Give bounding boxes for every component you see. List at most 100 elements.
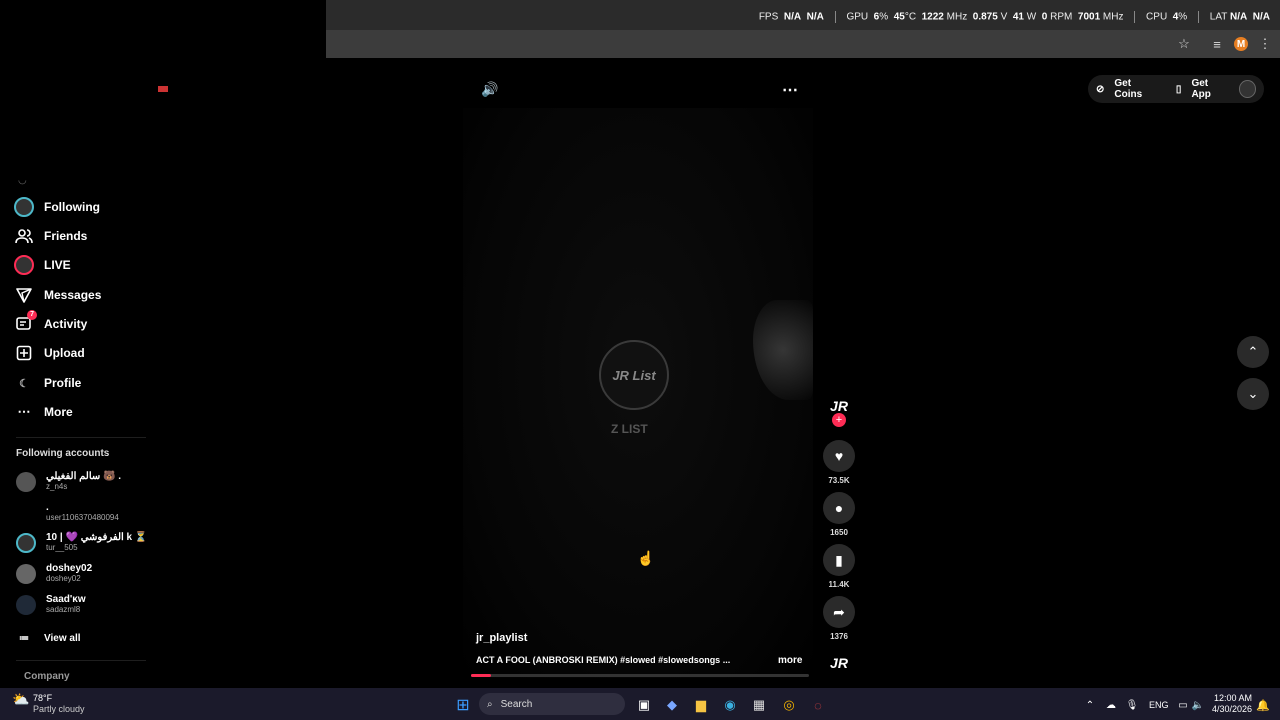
sidebar-item-messages[interactable]: Messages (14, 285, 101, 305)
account-name: 10 | 💜 الفرفوشي k ⏳ (46, 532, 148, 543)
speaker-icon[interactable]: 🔈 (1188, 696, 1208, 714)
more-options-icon[interactable]: ⋯ (782, 80, 798, 100)
video-progress[interactable] (471, 674, 809, 677)
top-actions: ⊘ Get Coins ▯ Get App (1088, 75, 1264, 103)
more-dots-icon: ⋯ (17, 404, 31, 419)
account-item[interactable]: سالم الفغيلي 🐻 . z_n4s (16, 471, 121, 492)
avatar (16, 563, 36, 584)
share-icon[interactable]: ➦ (823, 596, 855, 628)
volume-icon[interactable]: 🔊 (481, 81, 498, 98)
app-icon[interactable]: ◌ (808, 696, 828, 714)
messages-icon (14, 285, 34, 305)
notification-icon[interactable]: 🔔 (1253, 696, 1273, 714)
sidebar-item-live[interactable]: LIVE (14, 255, 71, 275)
video-blob (753, 300, 813, 400)
sidebar-item-label: More (44, 405, 73, 419)
copilot-icon[interactable]: ◆ (662, 696, 682, 714)
sidebar-item-label: Friends (44, 229, 88, 243)
video-logo: JR List (599, 340, 669, 410)
store-icon[interactable]: ▦ (749, 696, 769, 714)
sidebar-item-upload[interactable]: Upload (14, 343, 85, 363)
file-explorer-icon[interactable]: ▆ (691, 696, 711, 714)
video-description: ACT A FOOL (ANBROSKI REMIX) #slowed #slo… (476, 655, 731, 665)
sidebar-item-label: Following (44, 200, 100, 214)
task-view-icon[interactable]: ▣ (634, 696, 654, 714)
account-id: user1106370480094 (46, 513, 119, 522)
language-indicator[interactable]: ENG (1149, 700, 1169, 710)
share-count: 1376 (830, 632, 848, 641)
performance-overlay: FPS N/A N/A GPU 6% 45°C 1222 MHz 0.875 V… (758, 11, 1270, 23)
weather-icon[interactable]: ⛅ (12, 691, 29, 708)
sidebar-item-following[interactable]: Following (14, 197, 100, 217)
get-app-button[interactable]: Get App (1191, 78, 1228, 100)
coin-icon: ⊘ (1096, 83, 1105, 95)
address-bar[interactable] (326, 30, 1280, 58)
windows-start-icon[interactable]: ⊞ (453, 696, 473, 714)
more-button[interactable]: more (778, 655, 802, 666)
list-icon: ≔ (19, 632, 29, 644)
clock-date[interactable]: 4/30/2026 (1212, 704, 1252, 714)
video-author[interactable]: jr_playlist (476, 632, 527, 644)
search-icon: ⌕ (487, 698, 493, 710)
sidebar-item-label: LIVE (44, 258, 71, 272)
account-item[interactable]: Saad'ᴋᴡ sadazml8 (16, 594, 86, 615)
creator-avatar[interactable]: JR + (822, 393, 856, 427)
upload-icon (14, 343, 34, 363)
view-all-button[interactable]: ≔ View all (14, 628, 81, 648)
sidebar-divider (16, 437, 146, 438)
get-coins-button[interactable]: Get Coins (1114, 78, 1160, 100)
star-icon[interactable]: ☆ (1174, 34, 1194, 54)
account-item[interactable]: . user1106370480094 (16, 502, 119, 523)
account-item[interactable]: doshey02 doshey02 (16, 563, 92, 584)
taskbar-search[interactable]: ⌕ Search (479, 693, 625, 715)
comment-icon[interactable]: ● (823, 492, 855, 524)
user-avatar[interactable] (1238, 80, 1256, 98)
like-action[interactable]: ♥ 73.5K (822, 440, 856, 485)
bookmark-icon[interactable]: ▮ (823, 544, 855, 576)
share-action[interactable]: ➦ 1376 (822, 596, 856, 641)
sidebar-item-label: Activity (44, 317, 88, 331)
edge-icon[interactable]: ◉ (720, 696, 740, 714)
sidebar-scroll-hint: ◡ (18, 175, 27, 186)
activity-icon: 7 (14, 310, 37, 334)
weather-temp: 78°F (33, 693, 53, 703)
chevron-up-icon[interactable]: ⌃ (1237, 336, 1269, 368)
follow-button[interactable]: + (832, 413, 846, 427)
video-player[interactable]: JR List Z LIST (463, 108, 813, 678)
clock-time[interactable]: 12:00 AM (1212, 693, 1252, 703)
browser-chrome: FPS N/A N/A GPU 6% 45°C 1222 MHz 0.875 V… (326, 0, 1280, 58)
logo-icon[interactable] (158, 86, 168, 92)
chrome-icon[interactable]: ◎ (779, 696, 799, 714)
account-id: sadazml8 (46, 605, 81, 614)
weather-desc: Partly cloudy (33, 704, 85, 714)
sidebar-item-more[interactable]: ⋯ More (14, 402, 73, 422)
account-item[interactable]: 10 | 💜 الفرفوشي k ⏳ tur__505 (16, 532, 147, 553)
following-accounts-title: Following accounts (16, 448, 110, 459)
chevron-down-icon[interactable]: ⌄ (1237, 378, 1269, 410)
view-all-label: View all (44, 632, 81, 644)
sidebar-item-profile[interactable]: ☾ Profile (14, 373, 81, 393)
account-name: . (46, 502, 49, 513)
video-overlay-text: Z LIST (611, 422, 648, 436)
reading-list-icon[interactable]: ≡ (1207, 34, 1227, 54)
sidebar-item-friends[interactable]: Friends (14, 226, 87, 246)
chevron-up-tray-icon[interactable]: ⌃ (1080, 696, 1100, 714)
sidebar-item-label: Profile (44, 376, 82, 390)
kebab-menu-icon[interactable]: ⋮ (1255, 34, 1275, 54)
company-link[interactable]: Company (24, 671, 70, 682)
music-disc[interactable]: JR (822, 650, 856, 676)
mic-icon[interactable]: 🎙 (1122, 696, 1142, 714)
heart-icon[interactable]: ♥ (823, 440, 855, 472)
sidebar-item-activity[interactable]: 7 Activity (14, 310, 88, 334)
profile-avatar[interactable]: M (1231, 34, 1251, 54)
sidebar-divider (16, 660, 146, 661)
save-action[interactable]: ▮ 11.4K (822, 544, 856, 589)
avatar (16, 471, 36, 492)
phone-icon: ▯ (1175, 83, 1182, 95)
hand-cursor-icon: ☝ (637, 550, 655, 566)
video-progress-fill (471, 674, 492, 677)
comment-action[interactable]: ● 1650 (822, 492, 856, 537)
avatar (16, 502, 36, 523)
cloud-icon[interactable]: ☁ (1101, 696, 1121, 714)
live-avatar-icon (14, 255, 34, 275)
